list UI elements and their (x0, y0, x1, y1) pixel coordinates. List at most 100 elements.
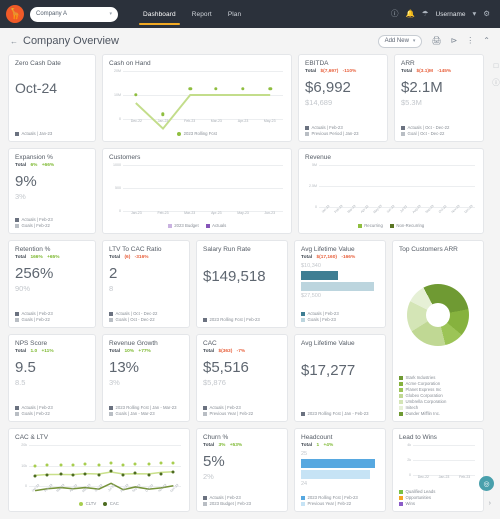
card-revenue-growth[interactable]: Revenue Growth Total 10% +77% 13% 3% 202… (102, 334, 190, 422)
totals-label: Total (15, 255, 26, 260)
totals-percent: -7% (237, 349, 246, 354)
card-revenue[interactable]: Revenue 5M 2.5M 0 (298, 148, 484, 234)
gear-icon[interactable]: ⚙ (483, 10, 490, 18)
print-icon[interactable]: 🖨 (431, 37, 441, 45)
legend-item: Recurring (358, 223, 383, 228)
card-zero-cash-date[interactable]: Zero Cash Date Oct-24 Actuals | Jan-23 (8, 54, 96, 142)
kpi-value: $6,992 (305, 80, 381, 97)
data-point-cltv (172, 462, 175, 465)
card-retention-pct[interactable]: Retention % Total 166% +65% 256% 90% Act… (8, 240, 96, 328)
back-arrow-icon[interactable]: ← (10, 37, 18, 46)
bar-series (319, 165, 475, 207)
card-avg-lifetime-value[interactable]: Avg Lifetime Value $17,277 2023 Rolling … (294, 334, 386, 422)
right-rail: □ ⓘ (492, 54, 500, 519)
card-headcount[interactable]: Headcount Total 1 +4% 25 24 2023 Rolling… (294, 428, 386, 512)
x-tick: Jan-23 (150, 119, 177, 131)
company-selector[interactable]: Company A ▾ (30, 7, 118, 22)
card-cac-and-ltv[interactable]: CAC & LTV 20k 10k 0 (8, 428, 190, 512)
card-title: Salary Run Rate (203, 246, 281, 253)
add-new-button[interactable]: Add New ▾ (378, 35, 423, 48)
totals-percent: +11% (41, 349, 53, 354)
totals-percent: +65% (47, 255, 59, 260)
card-salary-run-rate[interactable]: Salary Run Rate $149,518 2023 Rolling Fc… (196, 240, 288, 328)
kpi-value: $2.1M (401, 80, 477, 97)
card-churn-pct[interactable]: Churn % Total 3% +53% 5% 2% Actuals | Fe… (196, 428, 288, 512)
legend-item: Goals | Feb-22 (15, 223, 89, 228)
legend-item: 2023 Rolling Fcst | Jan - Feb-23 (301, 411, 379, 416)
x-axis-labels: Jan-23 Feb-23 Mar-23 Apr-23 May-23 Jun-2… (29, 486, 181, 501)
legend-label: Qualified Leads (406, 489, 436, 494)
legend-label: Actuals | Feb-23 (22, 217, 53, 222)
card-cac[interactable]: CAC Total $(363) -7% $5,516 $5,876 Actua… (196, 334, 288, 422)
nav-link-report[interactable]: Report (191, 3, 213, 25)
card-ltv-to-cac-ratio[interactable]: LTV To CAC Ratio Total (6) -316% 2 8 Act… (102, 240, 190, 328)
card-legend: Actuals | Feb-23 Previous Year | Feb-22 (203, 405, 281, 416)
card-customers[interactable]: Customers 1000 500 0 (102, 148, 292, 234)
totals-label: Total (109, 349, 120, 354)
page-subheader: ← Company Overview Add New ▾ 🖨 ⊳ ⋮ ⌃ (0, 28, 500, 54)
legend-item: Actuals | Jan-23 (15, 131, 89, 136)
card-ebitda[interactable]: EBITDA Total $(7,697) -110% $6,992 $14,6… (298, 54, 388, 142)
collapse-icon[interactable]: ⌃ (483, 37, 490, 45)
legend-label: Goals | Feb-23 (308, 317, 336, 322)
legend-swatch (203, 412, 207, 416)
x-tick: Feb-23 (150, 211, 177, 223)
totals-label: Total (15, 163, 26, 168)
legend-swatch (206, 224, 210, 228)
comment-icon[interactable]: □ (494, 62, 499, 70)
totals-percent: -316% (135, 255, 149, 260)
totals-percent: -166% (341, 255, 355, 260)
data-point-cac (122, 474, 125, 477)
data-point-cac (148, 473, 151, 476)
person-icon[interactable]: ☂ (422, 10, 429, 18)
kpi-value: 9.5 (15, 360, 89, 377)
nav-link-plan[interactable]: Plan (227, 3, 242, 25)
more-options-icon[interactable]: ⋮ (466, 37, 474, 45)
totals-label: Total (203, 349, 214, 354)
legend-swatch (15, 224, 19, 228)
totals-label: Total (401, 69, 412, 74)
kpi-subvalue: 3% (15, 192, 89, 201)
expand-rail-chevron[interactable]: › (489, 500, 491, 507)
share-icon[interactable]: ⊳ (451, 37, 458, 45)
totals-value: 166% (30, 255, 42, 260)
chevron-down-icon[interactable]: ▾ (473, 10, 477, 18)
card-title: Headcount (301, 434, 379, 441)
bell-icon[interactable]: 🔔 (405, 10, 414, 18)
y-tick: 2.5M (309, 184, 317, 188)
app-logo[interactable]: 🦒 (6, 5, 24, 23)
legend-item: Goals | Feb-22 (15, 411, 89, 416)
legend-swatch (301, 312, 305, 316)
legend-item: Actuals | Feb-23 (203, 495, 281, 500)
username-label[interactable]: Username (436, 11, 466, 18)
chat-fab-button[interactable]: ◎ (479, 476, 494, 491)
legend-label: Wins (406, 501, 416, 506)
card-nps-score[interactable]: NPS Score Total 1.0 +11% 9.5 8.5 Actuals… (8, 334, 96, 422)
nav-link-dashboard[interactable]: Dashboard (142, 3, 177, 25)
card-title: Expansion % (15, 154, 89, 161)
legend-item: 2023 Rolling Fcst | Feb-23 (301, 495, 379, 500)
data-point-cac (59, 472, 62, 475)
totals-value: 1 (316, 443, 319, 448)
bar-goals (301, 282, 374, 291)
card-expansion-pct[interactable]: Expansion % Total 6% +66% 9% 3% Actuals … (8, 148, 96, 234)
legend-label: Actuals | Oct - Dec-22 (408, 125, 450, 130)
card-cash-on-hand[interactable]: Cash on Hand 20M 10M 0 (102, 54, 292, 142)
x-tick: Dec-22 (413, 475, 434, 487)
card-avg-lifetime-value-bars[interactable]: Avg Lifetime Value Total $(17,160) -166%… (294, 240, 386, 328)
card-lead-to-wins[interactable]: Lead to Wins 4k 2k 0 Dec-22 (392, 428, 484, 512)
card-legend: Actuals | Feb-23 Goals | Feb-22 (15, 311, 89, 322)
help-icon[interactable]: ⓘ (391, 10, 399, 18)
legend-label: Actuals | Feb-23 (312, 125, 343, 130)
card-arr[interactable]: ARR Total $(3.1)M -145% $2.1M $5.3M Actu… (394, 54, 484, 142)
x-tick: Jun-23 (256, 211, 283, 223)
card-legend: Actuals | Feb-23 2023 Budget | Feb-23 (203, 495, 281, 506)
info-icon[interactable]: ⓘ (492, 79, 500, 87)
legend-label: Non-Recurring (396, 223, 424, 228)
card-totals: Total $(363) -7% (203, 349, 281, 354)
legend-swatch (15, 406, 19, 410)
bar-value-label: $27,500 (301, 293, 379, 299)
totals-percent: +77% (138, 349, 150, 354)
legend-swatch (305, 126, 309, 130)
legend-label: 2023 Rolling Fcst | Jan - Mar-23 (116, 405, 177, 410)
